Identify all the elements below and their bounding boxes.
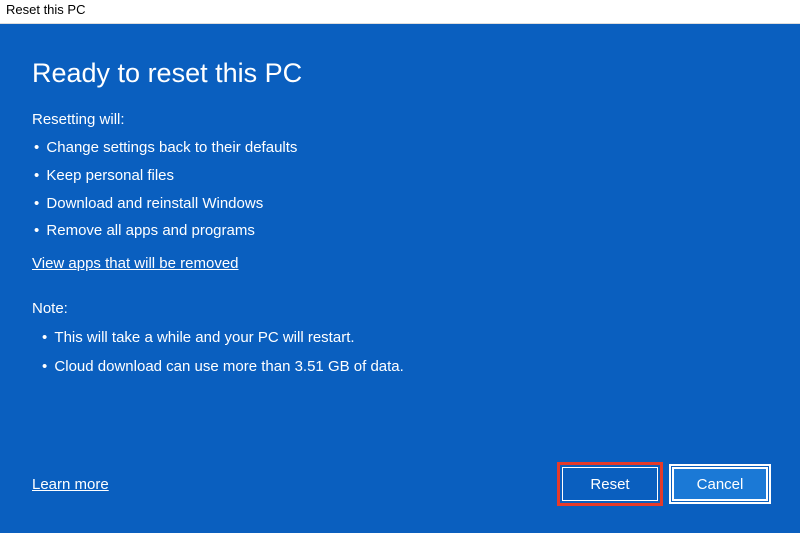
cancel-button[interactable]: Cancel [672,467,768,501]
reset-button[interactable]: Reset [562,467,658,501]
resetting-list: Change settings back to their defaults K… [32,134,768,245]
resetting-label: Resetting will: [32,111,768,128]
dialog-footer: Learn more Reset Cancel [32,467,768,509]
reset-dialog: Ready to reset this PC Resetting will: C… [0,24,800,533]
note-label: Note: [32,300,768,317]
list-item: Change settings back to their defaults [32,134,768,162]
list-item: Download and reinstall Windows [32,190,768,218]
list-item: Keep personal files [32,162,768,190]
list-item: Cloud download can use more than 3.51 GB… [32,352,768,381]
window-title: Reset this PC [6,2,85,17]
note-block: Note: This will take a while and your PC… [32,300,768,388]
view-apps-link[interactable]: View apps that will be removed [32,255,768,272]
list-item: Remove all apps and programs [32,217,768,245]
note-list: This will take a while and your PC will … [32,323,768,382]
list-item: This will take a while and your PC will … [32,323,768,352]
dialog-heading: Ready to reset this PC [32,58,768,89]
window-title-bar: Reset this PC [0,0,800,24]
learn-more-link[interactable]: Learn more [32,476,109,493]
